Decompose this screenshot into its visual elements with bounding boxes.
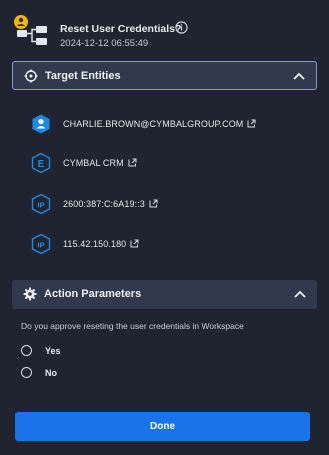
ip-address-icon: IP [31,194,51,214]
radio-button[interactable] [21,367,32,378]
svg-text:E: E [38,159,45,170]
application-e-icon: E [31,153,51,173]
entity-link-application[interactable]: CYMBAL CRM [63,158,124,168]
chevron-up-icon[interactable] [293,288,307,300]
done-button[interactable]: Done [15,412,310,441]
entity-row-application: E CYMBAL CRM [31,152,311,174]
entity-link-user[interactable]: CHARLIE.BROWN@CYMBALGROUP.COM [63,119,243,129]
crosshair-icon [24,69,38,83]
radio-option-no[interactable]: No [21,366,141,380]
target-entities-header[interactable]: Target Entities [12,61,317,90]
entity-row-ipv4: IP 115.42.150.180 [31,233,311,255]
panel-header: Reset User Credentials? 2024-12-12 06:55… [12,14,317,50]
svg-text:IP: IP [37,241,44,250]
external-link-icon[interactable] [130,239,139,248]
external-link-icon[interactable] [149,199,158,208]
chevron-up-icon[interactable] [292,70,306,82]
external-link-icon[interactable] [128,158,137,167]
target-entities-label: Target Entities [45,70,121,82]
page-title: Reset User Credentials? [60,23,182,35]
entity-row-ipv6: IP 2600:387:C:6A19::3 [31,193,311,215]
radio-button[interactable] [21,345,32,356]
approval-question: Do you approve reseting the user credent… [21,321,244,331]
svg-text:IP: IP [37,201,44,210]
ip-address-icon: IP [31,234,51,254]
timestamp: 2024-12-12 06:55:49 [60,38,149,49]
gear-icon [23,287,37,301]
reset-credentials-panel: Reset User Credentials? 2024-12-12 06:55… [0,0,329,455]
radio-option-yes[interactable]: Yes [21,344,141,358]
entity-link-ipv4[interactable]: 115.42.150.180 [63,239,126,249]
entity-row-user: CHARLIE.BROWN@CYMBALGROUP.COM [31,113,311,135]
action-parameters-label: Action Parameters [44,288,142,300]
external-link-icon[interactable] [247,119,256,128]
entity-link-ipv6[interactable]: 2600:387:C:6A19::3 [63,199,145,209]
action-parameters-header[interactable]: Action Parameters [12,280,317,309]
user-shield-icon [32,114,50,134]
radio-label: Yes [45,346,61,356]
radio-label: No [45,368,57,378]
info-icon[interactable] [175,21,188,34]
workflow-user-icon [14,15,47,45]
